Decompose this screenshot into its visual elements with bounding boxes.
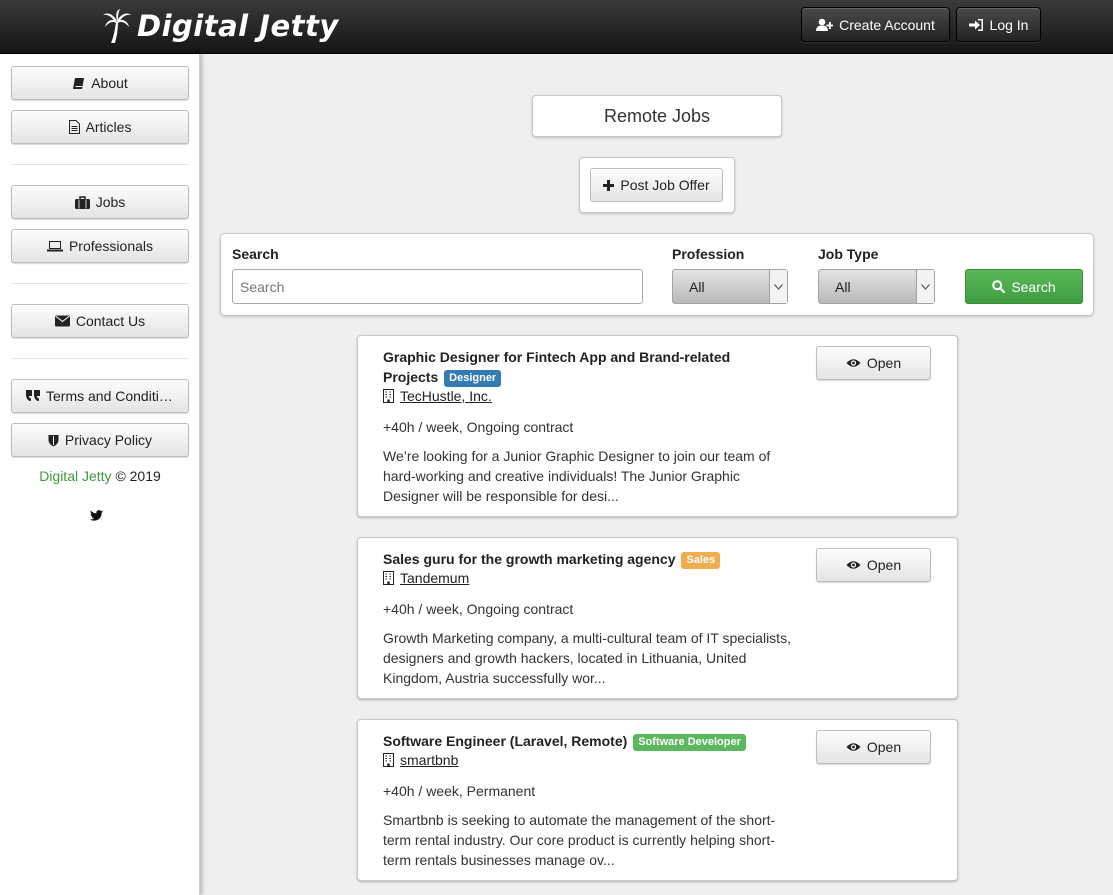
sidebar-item-label: Privacy Policy (64, 432, 153, 448)
sidebar-divider (11, 358, 189, 359)
sidebar-item-articles[interactable]: Articles (11, 110, 189, 144)
book-icon (73, 77, 85, 89)
shield-icon (48, 434, 59, 446)
open-job-button[interactable]: Open (816, 548, 931, 582)
company-link[interactable]: smartbnb (400, 752, 458, 768)
chevron-down-icon (769, 270, 787, 303)
sidebar-item-label: Professionals (68, 238, 154, 254)
add-user-icon (816, 18, 834, 31)
sidebar-item-label: Terms and Conditions (46, 388, 174, 404)
job-type-label: Job Type (818, 246, 879, 262)
profession-badge: Software Developer (633, 734, 746, 751)
job-title-text: Graphic Designer for Fintech App and Bra… (383, 349, 731, 385)
chevron-down-icon (916, 270, 934, 303)
open-label: Open (866, 355, 902, 371)
job-title-text: Software Engineer (Laravel, Remote) (383, 733, 628, 749)
open-job-button[interactable]: Open (816, 346, 931, 380)
eye-icon (846, 743, 861, 751)
top-navbar: Digital Jetty Create Account Log In (0, 0, 1113, 54)
company: smartbnb (383, 752, 458, 768)
sidebar-item-label: About (91, 75, 128, 91)
job-title: Sales guru for the growth marketing agen… (383, 549, 783, 569)
job-title: Software Engineer (Laravel, Remote) Soft… (383, 731, 783, 751)
search-button-label: Search (1011, 278, 1056, 295)
briefcase-icon (74, 195, 90, 209)
open-label: Open (866, 739, 902, 755)
sidebar-item-label: Articles (85, 119, 132, 135)
sidebar-item-professionals[interactable]: Professionals (11, 229, 189, 263)
brand-name: Digital Jetty (137, 9, 339, 43)
job-type-select[interactable]: All (818, 269, 935, 304)
sidebar: About Articles Jobs Professionals Contac… (0, 54, 200, 895)
job-terms: +40h / week, Ongoing contract (383, 601, 574, 617)
login-button[interactable]: Log In (956, 7, 1041, 42)
job-terms: +40h / week, Ongoing contract (383, 419, 574, 435)
sign-in-icon (968, 18, 983, 31)
building-icon (383, 753, 394, 767)
create-account-label: Create Account (839, 16, 935, 33)
sidebar-divider (11, 283, 189, 284)
job-card: Software Engineer (Laravel, Remote) Soft… (357, 719, 958, 881)
envelope-icon (54, 315, 70, 327)
post-job-offer-label: Post Job Offer (620, 177, 710, 193)
palm-tree-icon (103, 9, 131, 43)
post-job-panel: Post Job Offer (579, 157, 735, 213)
job-title-text: Sales guru for the growth marketing agen… (383, 551, 676, 567)
login-label: Log In (989, 16, 1029, 33)
sidebar-item-label: Contact Us (75, 313, 146, 329)
profession-label: Profession (672, 246, 745, 262)
page-title: Remote Jobs (532, 95, 782, 137)
document-icon (68, 120, 80, 134)
profession-badge: Designer (444, 370, 502, 387)
sidebar-item-contact[interactable]: Contact Us (11, 304, 189, 338)
footer-brand-link[interactable]: Digital Jetty (39, 468, 111, 484)
create-account-button[interactable]: Create Account (801, 7, 950, 42)
eye-icon (846, 359, 861, 367)
building-icon (383, 389, 394, 403)
job-filter-panel: Search Profession All Job Type All Searc… (220, 233, 1094, 316)
job-type-selected-value: All (835, 278, 851, 295)
twitter-icon[interactable] (90, 510, 103, 521)
job-description: Smartbnb is seeking to automate the mana… (383, 812, 776, 868)
eye-icon (846, 561, 861, 569)
copyright: Digital Jetty © 2019 (0, 468, 200, 484)
company-link[interactable]: TecHustle, Inc. (400, 388, 492, 404)
laptop-icon (46, 241, 63, 252)
post-job-offer-button[interactable]: Post Job Offer (590, 168, 723, 202)
sidebar-item-privacy[interactable]: Privacy Policy (11, 423, 189, 457)
sidebar-item-about[interactable]: About (11, 66, 189, 100)
company: TecHustle, Inc. (383, 388, 492, 404)
job-description: We’re looking for a Junior Graphic Desig… (383, 448, 771, 504)
building-icon (383, 571, 394, 585)
plus-icon (603, 179, 615, 191)
quote-icon (26, 390, 40, 401)
brand-logo[interactable]: Digital Jetty (103, 7, 339, 45)
sidebar-item-label: Jobs (95, 194, 126, 210)
open-label: Open (866, 557, 902, 573)
search-input[interactable] (232, 269, 643, 304)
profession-select[interactable]: All (672, 269, 788, 304)
sidebar-item-jobs[interactable]: Jobs (11, 185, 189, 219)
sidebar-divider (11, 164, 189, 165)
search-icon (992, 280, 1006, 293)
search-field-label: Search (232, 246, 279, 262)
profession-badge: Sales (681, 552, 721, 569)
open-job-button[interactable]: Open (816, 730, 931, 764)
profession-selected-value: All (689, 278, 705, 295)
job-card: Graphic Designer for Fintech App and Bra… (357, 335, 958, 517)
job-card: Sales guru for the growth marketing agen… (357, 537, 958, 699)
company: Tandemum (383, 570, 469, 586)
job-terms: +40h / week, Permanent (383, 783, 536, 799)
job-title: Graphic Designer for Fintech App and Bra… (383, 347, 783, 387)
company-link[interactable]: Tandemum (400, 570, 469, 586)
sidebar-item-terms[interactable]: Terms and Conditions (11, 379, 189, 413)
search-button[interactable]: Search (965, 269, 1083, 304)
copyright-year: © 2019 (115, 468, 161, 484)
job-description: Growth Marketing company, a multi-cultur… (383, 630, 791, 686)
